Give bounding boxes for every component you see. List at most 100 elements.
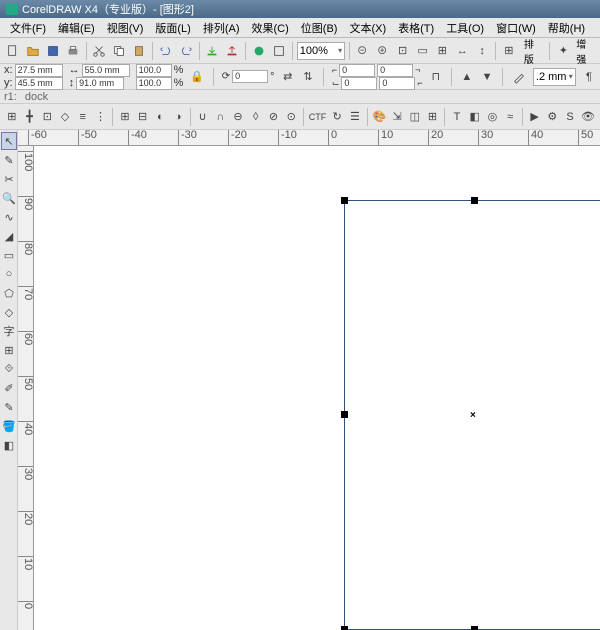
zoom-height-icon[interactable]: ↕ xyxy=(473,41,491,61)
outline-width-input[interactable]: .2 mm▾ xyxy=(533,68,576,86)
welcome-icon[interactable] xyxy=(270,41,288,61)
ungroup-icon[interactable]: ⊟ xyxy=(135,107,151,127)
rectangle-tool-icon[interactable]: ▭ xyxy=(1,246,17,264)
to-front-icon[interactable]: ▲ xyxy=(460,67,474,87)
corner-tl-input[interactable]: 0 xyxy=(339,64,375,77)
distribute-icon[interactable]: ⋮ xyxy=(93,107,109,127)
height-input[interactable]: 91.0 mm xyxy=(76,77,124,90)
menu-layout[interactable]: 版面(L) xyxy=(149,18,196,38)
combine-icon[interactable]: ◐ xyxy=(153,107,169,127)
menu-tools[interactable]: 工具(O) xyxy=(440,18,490,38)
zoom-out-icon[interactable] xyxy=(354,41,372,61)
handle-bot-left[interactable] xyxy=(341,626,348,630)
corner-br-input[interactable]: 0 xyxy=(379,77,415,90)
smart-fill-icon[interactable]: ◢ xyxy=(1,227,17,245)
selected-rectangle[interactable]: × xyxy=(344,200,600,630)
snap-icon[interactable]: ⊞ xyxy=(500,41,518,61)
view-mgr-icon[interactable]: 👁 xyxy=(580,107,596,127)
pick-tool-icon[interactable]: ↖ xyxy=(1,132,17,150)
simplify-icon[interactable]: ◊ xyxy=(248,107,264,127)
intersect-icon[interactable]: ⊖ xyxy=(230,107,246,127)
wrap-text-icon[interactable]: ¶ xyxy=(582,67,596,87)
snap-obj-icon[interactable]: ◇ xyxy=(57,107,73,127)
break-icon[interactable]: ◑ xyxy=(170,107,186,127)
fill-tool-icon[interactable]: 🪣 xyxy=(1,417,17,435)
mirror-h-icon[interactable]: ⇄ xyxy=(281,67,295,87)
extrude-icon[interactable]: ◧ xyxy=(467,107,483,127)
print-icon[interactable] xyxy=(64,41,82,61)
text-docker-icon[interactable]: T xyxy=(449,107,465,127)
paste-icon[interactable] xyxy=(130,41,148,61)
menu-help[interactable]: 帮助(H) xyxy=(542,18,591,38)
scale-y-input[interactable]: 100.0 xyxy=(136,77,172,90)
zoom-all-icon[interactable]: ⊞ xyxy=(433,41,451,61)
guides-icon[interactable]: ╋ xyxy=(22,107,38,127)
mirror-v-icon[interactable]: ⇅ xyxy=(301,67,315,87)
menu-file[interactable]: 文件(F) xyxy=(4,18,52,38)
table-tool-icon[interactable]: ⊞ xyxy=(1,341,17,359)
canvas[interactable]: × xyxy=(34,146,600,630)
handle-mid-left[interactable] xyxy=(341,411,348,418)
copy-icon[interactable] xyxy=(110,41,128,61)
menu-text[interactable]: 文本(X) xyxy=(343,18,392,38)
object-mgr-icon[interactable]: ☰ xyxy=(347,107,363,127)
crop-tool-icon[interactable]: ✂ xyxy=(1,170,17,188)
menu-table[interactable]: 表格(T) xyxy=(392,18,440,38)
menu-view[interactable]: 视图(V) xyxy=(101,18,150,38)
lock-ratio-icon[interactable]: 🔒 xyxy=(189,67,205,87)
corner-bl-input[interactable]: 0 xyxy=(341,77,377,90)
ruler-vertical[interactable]: 100 90 80 70 60 50 40 30 20 10 0 xyxy=(18,146,34,630)
outline-tool-icon[interactable]: ✎ xyxy=(1,398,17,416)
front-minus-icon[interactable]: ⊘ xyxy=(266,107,282,127)
scale-x-input[interactable]: 100.0 xyxy=(136,64,172,77)
angle-input[interactable]: 0 xyxy=(232,70,268,83)
freehand-tool-icon[interactable]: ∿ xyxy=(1,208,17,226)
polygon-tool-icon[interactable]: ⬠ xyxy=(1,284,17,302)
enhance-label[interactable]: 增强 xyxy=(574,36,596,66)
group-icon[interactable]: ⊞ xyxy=(117,107,133,127)
layout-label[interactable]: 排版 xyxy=(520,36,546,66)
options-icon[interactable]: ⚙ xyxy=(545,107,561,127)
zoom-tool-icon[interactable]: 🔍 xyxy=(1,189,17,207)
shape-docker-icon[interactable]: ◫ xyxy=(407,107,423,127)
corner-tr-input[interactable]: 0 xyxy=(377,64,413,77)
snap-grid-icon[interactable]: ⊡ xyxy=(39,107,55,127)
text-tool-icon[interactable]: 字 xyxy=(1,322,17,340)
handle-top-mid[interactable] xyxy=(471,197,478,204)
macro-icon[interactable]: ▶ xyxy=(527,107,543,127)
eyedropper-icon[interactable]: ✐ xyxy=(1,379,17,397)
import-icon[interactable] xyxy=(204,41,222,61)
redo-icon[interactable] xyxy=(177,41,195,61)
back-minus-icon[interactable]: ⊙ xyxy=(283,107,299,127)
convert-curves-icon[interactable]: CTF xyxy=(308,107,328,127)
outline-pen-icon[interactable] xyxy=(511,67,527,87)
zoom-level-input[interactable]: 100%▾ xyxy=(297,42,345,60)
x-input[interactable]: 27.5 mm xyxy=(15,64,63,77)
save-icon[interactable] xyxy=(44,41,62,61)
lens-icon[interactable]: ◎ xyxy=(485,107,501,127)
handle-bot-mid[interactable] xyxy=(471,626,478,630)
handle-top-left[interactable] xyxy=(341,197,348,204)
menu-effects[interactable]: 效果(C) xyxy=(246,18,295,38)
zoom-in-icon[interactable] xyxy=(374,41,392,61)
shape-tool-icon[interactable]: ✎ xyxy=(1,151,17,169)
transform-icon[interactable]: ⇲ xyxy=(389,107,405,127)
basic-shapes-icon[interactable]: ◇ xyxy=(1,303,17,321)
new-icon[interactable] xyxy=(4,41,22,61)
blend-tool-icon[interactable]: ⟐ xyxy=(1,360,17,378)
ruler-horizontal[interactable]: -60 -50 -40 -30 -20 -10 0 10 20 30 40 50 xyxy=(18,130,600,146)
app-launcher-icon[interactable] xyxy=(250,41,268,61)
align-icon[interactable]: ≡ xyxy=(75,107,91,127)
zoom-width-icon[interactable]: ↔ xyxy=(453,41,471,61)
weld-icon[interactable]: ∪ xyxy=(195,107,211,127)
styles-icon[interactable]: S xyxy=(562,107,578,127)
refresh-icon[interactable]: ↻ xyxy=(329,107,345,127)
blend-icon[interactable]: ≈ xyxy=(502,107,518,127)
width-input[interactable]: 55.0 mm xyxy=(82,64,130,77)
zoom-page-icon[interactable]: ▭ xyxy=(414,41,432,61)
align-docker-icon[interactable]: ⊞ xyxy=(425,107,441,127)
menu-bitmap[interactable]: 位图(B) xyxy=(295,18,344,38)
round-corners-icon[interactable]: ⊓ xyxy=(429,67,443,87)
export-icon[interactable] xyxy=(223,41,241,61)
menu-arrange[interactable]: 排列(A) xyxy=(197,18,246,38)
